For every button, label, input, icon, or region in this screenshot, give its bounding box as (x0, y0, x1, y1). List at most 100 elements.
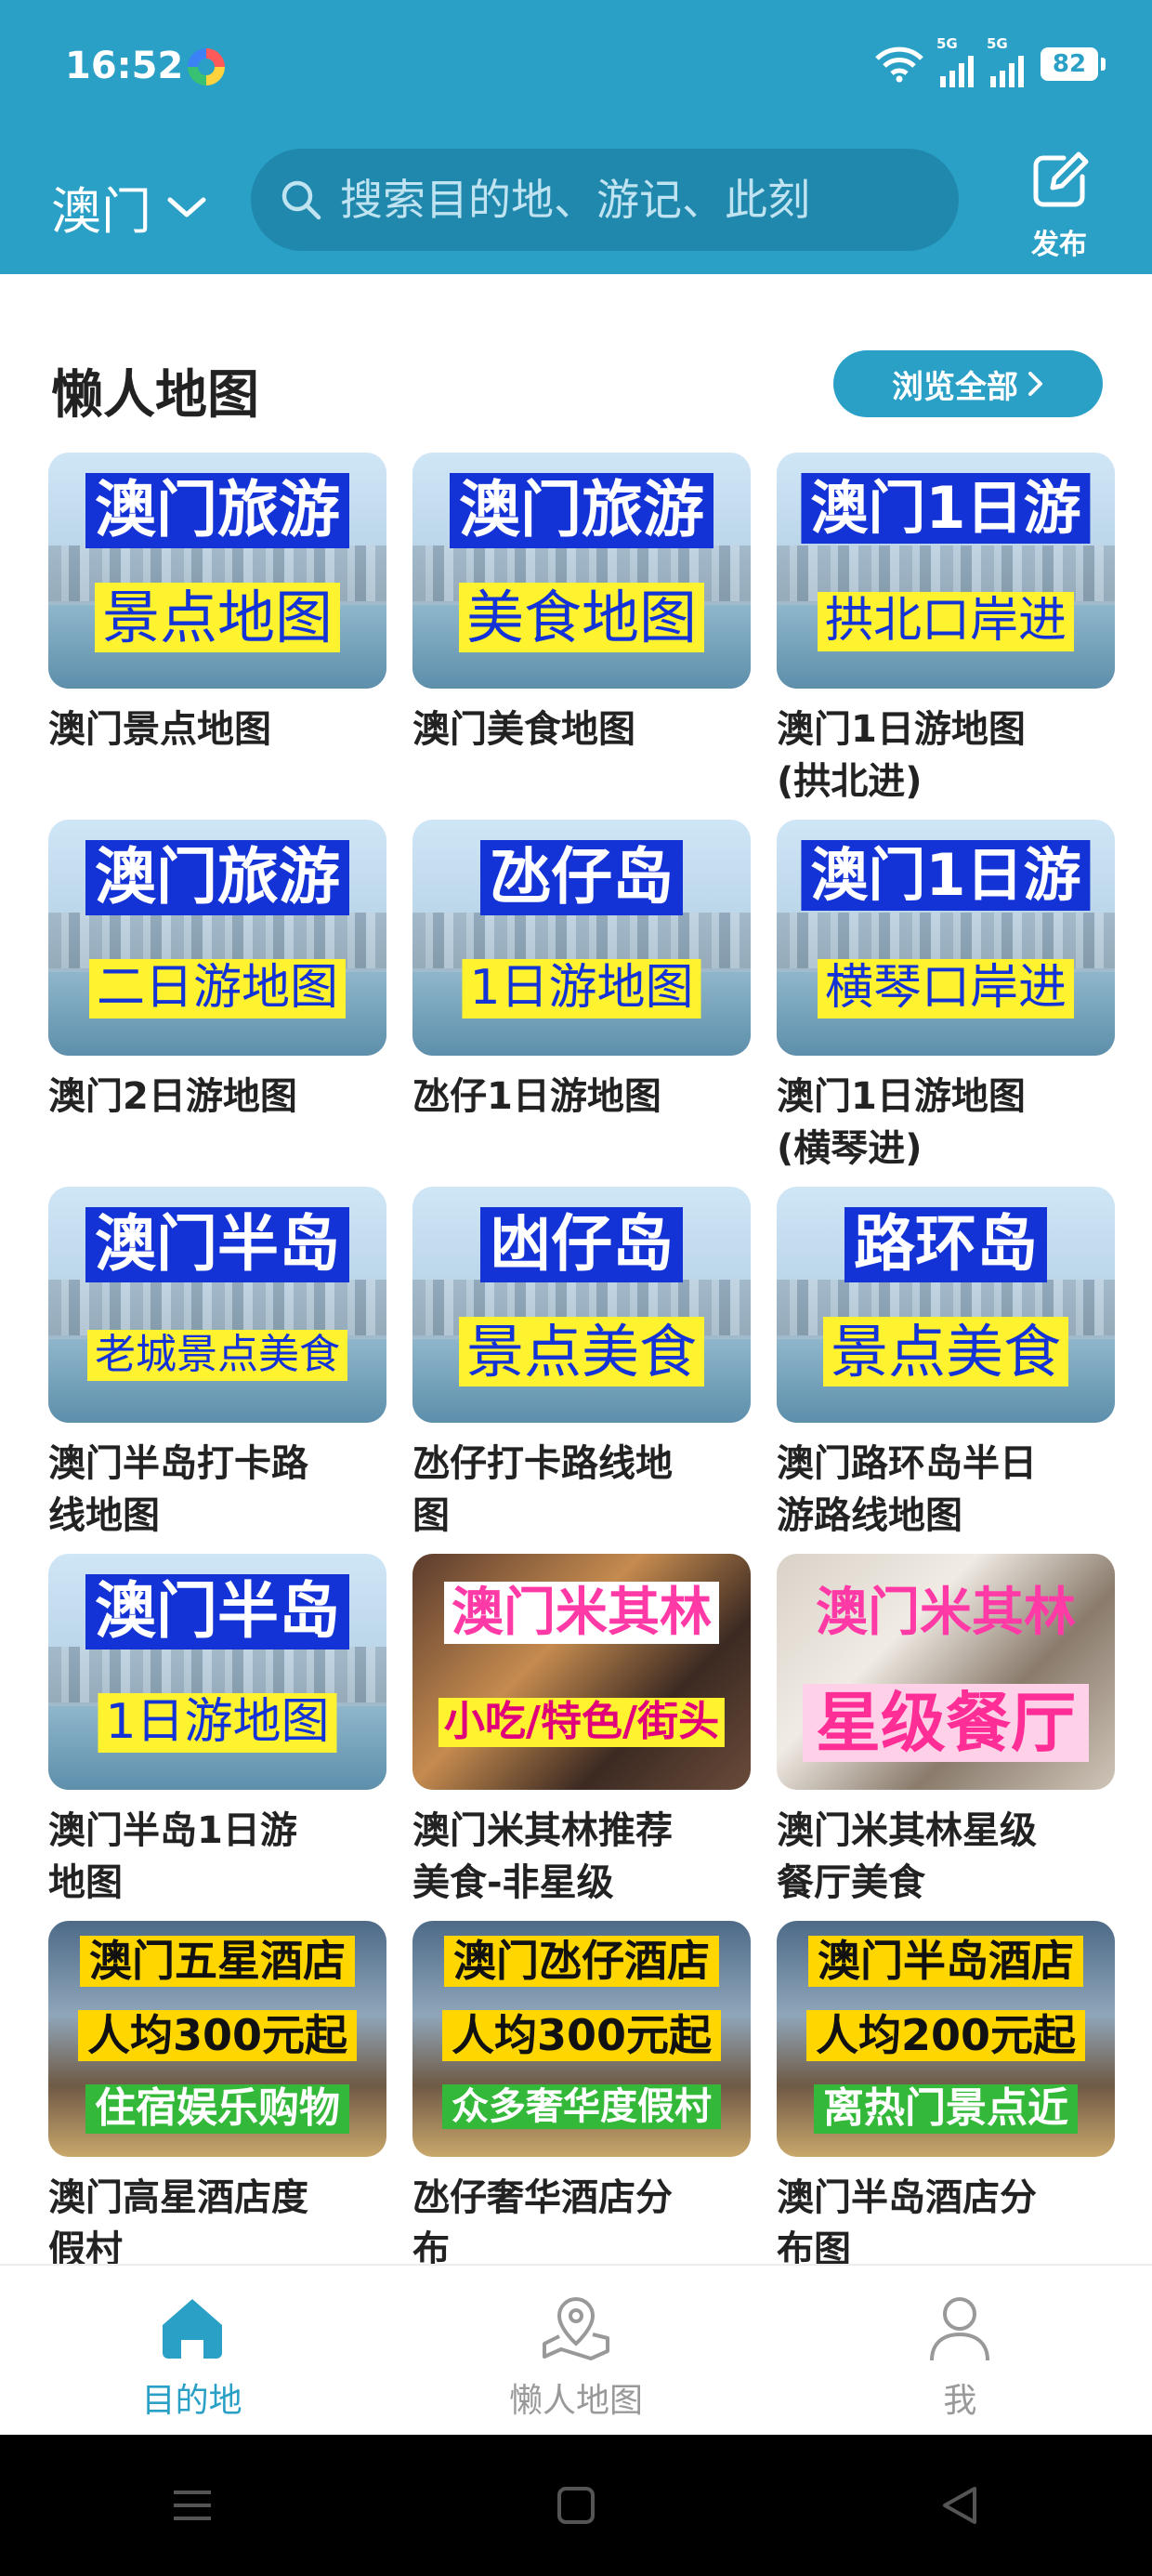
thumb-subtitle: 景点美食 (822, 1317, 1069, 1387)
header: 16:52 5G 5G 82 澳门 搜索目的地、游记、此刻 发布 (0, 0, 1152, 274)
signal-icon-1: 5G (936, 35, 974, 87)
app-notification-icon (188, 48, 225, 85)
card-thumbnail: 凼仔岛 景点美食 (412, 1187, 751, 1423)
thumb-title: 澳门半岛 (85, 1207, 349, 1282)
search-input[interactable] (338, 174, 936, 226)
bottom-tab-bar: 目的地 懒人地图 我 (0, 2264, 1152, 2437)
tab-me[interactable]: 我 (768, 2266, 1152, 2437)
map-card[interactable]: 氹仔岛 1日游地图 氹仔1日游地图 (412, 820, 751, 1187)
chevron-right-icon (1028, 372, 1042, 396)
map-card[interactable]: 澳门半岛 老城景点美食 澳门半岛打卡路 线地图 (48, 1187, 386, 1554)
user-icon (930, 2297, 990, 2361)
map-card[interactable]: 澳门半岛 1日游地图 澳门半岛1日游 地图 (48, 1554, 386, 1921)
card-label: 澳门半岛1日游 地图 (48, 1809, 297, 1904)
tab-label: 懒人地图 (508, 2382, 643, 2420)
map-card[interactable]: 澳门1日游 横琴口岸进 澳门1日游地图 (横琴进) (777, 820, 1115, 1187)
card-thumbnail: 澳门五星酒店 人均300元起 住宿娱乐购物 (48, 1921, 386, 2157)
card-thumbnail: 澳门1日游 拱北口岸进 (777, 453, 1115, 689)
map-card[interactable]: 澳门半岛酒店 人均200元起 离热门景点近 澳门半岛酒店分 布图 (777, 1921, 1115, 2288)
thumb-title: 路环岛 (844, 1207, 1047, 1282)
card-label: 澳门米其林推荐 美食-非星级 (412, 1809, 673, 1904)
map-card[interactable]: 澳门米其林 星级餐厅 澳门米其林星级 餐厅美食 (777, 1554, 1115, 1921)
home-icon (162, 2299, 222, 2359)
card-thumbnail: 氹仔岛 1日游地图 (412, 820, 751, 1056)
card-thumbnail: 澳门米其林 星级餐厅 (777, 1554, 1115, 1790)
tab-label: 目的地 (141, 2382, 242, 2420)
card-label: 澳门1日游地图 (横琴进) (777, 1075, 1026, 1170)
thumb-title: 氹仔岛 (480, 840, 683, 915)
status-icons: 5G 5G 82 (875, 35, 1106, 87)
system-nav-bar (0, 2435, 1152, 2576)
browse-all-button[interactable]: 浏览全部 (833, 350, 1103, 417)
card-label: 澳门路环岛半日 游路线地图 (777, 1442, 1037, 1537)
card-label: 澳门半岛打卡路 线地图 (48, 1442, 308, 1537)
thumb-subtitle: 拱北口岸进 (817, 592, 1075, 651)
thumb-title: 澳门半岛 (85, 1574, 349, 1649)
card-label: 澳门2日游地图 (48, 1075, 297, 1118)
search-icon (281, 180, 321, 220)
card-thumbnail: 路环岛 景点美食 (777, 1187, 1115, 1423)
status-time: 16:52 (65, 45, 184, 87)
thumb-title: 澳门旅游 (85, 473, 349, 548)
thumb-subtitle: 美食地图 (458, 583, 705, 653)
card-thumbnail: 澳门旅游 美食地图 (412, 453, 751, 689)
publish-button[interactable]: 发布 (1022, 149, 1096, 262)
menu-icon[interactable] (164, 2477, 220, 2533)
thumb-subtitle: 1日游地图 (98, 1693, 337, 1753)
card-thumbnail: 澳门氹仔酒店 人均300元起 众多奢华度假村 (412, 1921, 751, 2157)
card-thumbnail: 澳门旅游 景点地图 (48, 453, 386, 689)
tab-lazy-map[interactable]: 懒人地图 (384, 2266, 767, 2437)
card-thumbnail: 澳门半岛 1日游地图 (48, 1554, 386, 1790)
browse-all-label: 浏览全部 (892, 368, 1018, 406)
map-card[interactable]: 澳门五星酒店 人均300元起 住宿娱乐购物 澳门高星酒店度 假村 (48, 1921, 386, 2288)
card-label: 澳门米其林星级 餐厅美食 (777, 1809, 1037, 1904)
battery-icon: 82 (1041, 47, 1106, 81)
card-label: 氹仔1日游地图 (412, 1075, 661, 1118)
tab-destination[interactable]: 目的地 (0, 2266, 384, 2437)
map-card[interactable]: 澳门米其林 小吃/特色/街头 澳门米其林推荐 美食-非星级 (412, 1554, 751, 1921)
thumb-note: 住宿娱乐购物 (85, 2084, 349, 2134)
map-card[interactable]: 凼仔岛 景点美食 氹仔打卡路线地图 (412, 1187, 751, 1554)
city-selector[interactable]: 澳门 (51, 170, 207, 243)
thumb-title: 澳门氹仔酒店 (444, 1936, 719, 1988)
home-square-icon[interactable] (548, 2477, 604, 2533)
map-card[interactable]: 澳门旅游 景点地图 澳门景点地图 (48, 453, 386, 820)
tab-label: 我 (943, 2382, 977, 2420)
card-thumbnail: 澳门半岛 老城景点美食 (48, 1187, 386, 1423)
card-label: 澳门高星酒店度 假村 (48, 2176, 308, 2271)
card-label: 氹仔打卡路线地图 (412, 1442, 673, 1537)
thumb-subtitle: 人均200元起 (805, 2010, 1086, 2062)
thumb-subtitle: 1日游地图 (462, 959, 701, 1019)
map-card[interactable]: 路环岛 景点美食 澳门路环岛半日 游路线地图 (777, 1187, 1115, 1554)
thumb-title: 澳门米其林 (444, 1582, 719, 1645)
thumb-subtitle: 小吃/特色/街头 (438, 1698, 726, 1747)
signal-icon-2: 5G (987, 35, 1024, 87)
card-thumbnail: 澳门旅游 二日游地图 (48, 820, 386, 1056)
thumb-title: 澳门半岛酒店 (808, 1936, 1083, 1988)
map-card[interactable]: 澳门氹仔酒店 人均300元起 众多奢华度假村 氹仔奢华酒店分布 (412, 1921, 751, 2288)
card-label: 澳门半岛酒店分 布图 (777, 2176, 1037, 2271)
card-thumbnail: 澳门半岛酒店 人均200元起 离热门景点近 (777, 1921, 1115, 2157)
thumb-title: 澳门旅游 (85, 840, 349, 915)
card-thumbnail: 澳门1日游 横琴口岸进 (777, 820, 1115, 1056)
thumb-subtitle: 景点美食 (458, 1317, 705, 1387)
thumb-subtitle: 二日游地图 (88, 959, 347, 1019)
back-icon[interactable] (932, 2477, 988, 2533)
thumb-title: 澳门1日游 (801, 840, 1091, 912)
thumb-subtitle: 横琴口岸进 (817, 959, 1075, 1019)
search-bar[interactable] (251, 149, 959, 251)
card-label: 澳门1日游地图 (拱北进) (777, 708, 1026, 803)
publish-label: 发布 (1031, 229, 1087, 261)
thumb-title: 凼仔岛 (480, 1207, 683, 1282)
map-card[interactable]: 澳门1日游 拱北口岸进 澳门1日游地图 (拱北进) (777, 453, 1115, 820)
card-thumbnail: 澳门米其林 小吃/特色/街头 (412, 1554, 751, 1790)
thumb-subtitle: 人均300元起 (441, 2010, 722, 2062)
thumb-subtitle: 景点地图 (94, 583, 341, 653)
thumb-subtitle: 星级餐厅 (803, 1684, 1089, 1762)
thumb-title: 澳门五星酒店 (80, 1936, 355, 1988)
section-title: 懒人地图 (51, 365, 259, 426)
map-card-grid: 澳门旅游 景点地图 澳门景点地图 澳门旅游 美食地图 澳门美食地图 澳门1日游 … (48, 453, 1117, 2288)
chevron-down-icon (167, 197, 206, 217)
map-card[interactable]: 澳门旅游 二日游地图 澳门2日游地图 (48, 820, 386, 1187)
map-card[interactable]: 澳门旅游 美食地图 澳门美食地图 (412, 453, 751, 820)
